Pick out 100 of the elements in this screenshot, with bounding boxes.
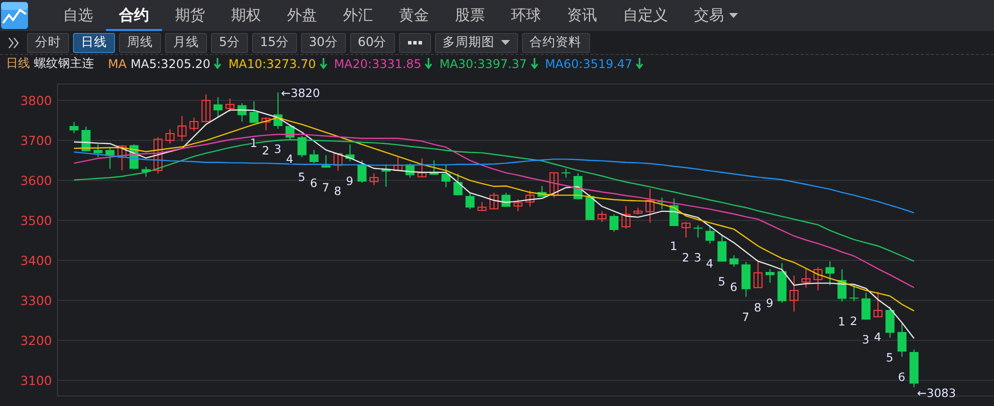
candlestick	[802, 267, 810, 288]
axis-label: 3700	[20, 132, 52, 148]
candlestick	[826, 260, 834, 286]
candlestick	[874, 292, 882, 318]
candlestick	[886, 306, 894, 338]
candlestick	[298, 136, 306, 158]
dropdown-button[interactable]: 多周期图	[434, 32, 518, 52]
candlestick	[226, 98, 234, 112]
chart-annotation: 9	[766, 296, 774, 310]
candlestick	[646, 188, 654, 224]
candlestick	[514, 198, 522, 212]
period-button[interactable]: 15分	[252, 32, 297, 52]
candlestick	[562, 168, 570, 178]
candlestick	[610, 214, 618, 232]
double-chevron-icon[interactable]	[8, 36, 20, 48]
nav-tab[interactable]: 股票	[442, 0, 498, 31]
candlestick	[442, 164, 450, 188]
axis-label: 3100	[20, 372, 52, 388]
candlestick	[814, 266, 822, 291]
period-button[interactable]: 60分	[350, 32, 395, 52]
chart-annotation: 6	[898, 370, 906, 384]
chart-annotation: 7	[322, 180, 330, 195]
nav-tab[interactable]: 外汇	[330, 0, 386, 31]
nav-tab[interactable]: 自定义	[610, 0, 681, 31]
candlestick	[742, 262, 750, 298]
candlestick	[790, 275, 798, 312]
axis-label: 3500	[20, 212, 52, 228]
chart-annotation: ←3820	[281, 86, 320, 100]
candlestick	[406, 163, 414, 178]
axis-label: 3600	[20, 172, 52, 188]
chart-annotation: 5	[718, 274, 726, 289]
chart-annotation: 8	[754, 300, 762, 315]
chart-annotation: 5	[886, 350, 894, 365]
axis-label: 3800	[20, 92, 52, 108]
candlestick	[706, 226, 714, 244]
chart-annotation: 9	[346, 174, 354, 188]
candlestick	[598, 210, 606, 222]
candlestick	[490, 192, 498, 210]
candlestick	[754, 260, 762, 288]
candlestick	[358, 160, 366, 184]
period-button[interactable]: 30分	[300, 32, 346, 52]
candlestick	[334, 153, 342, 172]
chart-annotation: 1	[670, 239, 678, 253]
candlestick	[238, 102, 246, 122]
period-button[interactable]: 日线	[73, 32, 115, 52]
candlestick	[526, 190, 534, 208]
candlestick	[310, 150, 318, 164]
candlestick	[454, 173, 462, 196]
more-button[interactable]	[398, 32, 431, 52]
candlestick	[682, 222, 690, 238]
period-button[interactable]: 分时	[27, 32, 69, 52]
candlestick	[730, 254, 738, 268]
nav-tab[interactable]: 外盘	[274, 0, 330, 31]
candlestick	[898, 323, 906, 358]
period-button[interactable]: 月线	[165, 32, 207, 52]
nav-tab[interactable]: 自选	[50, 0, 106, 31]
nav-tab[interactable]: 合约	[106, 0, 162, 31]
ma-value: MA60:3519.47	[544, 56, 632, 70]
period-button[interactable]: 合约资料	[522, 32, 590, 52]
candlestick	[478, 202, 486, 211]
period-button[interactable]: 5分	[211, 32, 248, 52]
candlestick	[586, 194, 594, 220]
chart-annotation: 3	[274, 142, 282, 156]
axis-label: 3200	[20, 332, 52, 348]
nav-tab[interactable]: 期货	[162, 0, 218, 31]
candlestick	[214, 96, 222, 118]
candlestick	[694, 224, 702, 238]
period-button[interactable]: 周线	[119, 32, 161, 52]
candlestick	[322, 154, 330, 168]
candlestick	[166, 128, 174, 144]
candlestick	[190, 117, 198, 132]
nav-tab[interactable]: 交易	[681, 0, 751, 31]
nav-tab[interactable]: 资讯	[554, 0, 610, 31]
candlestick	[94, 144, 102, 158]
candlestick	[70, 122, 78, 134]
nav-tab[interactable]: 黄金	[386, 0, 442, 31]
candlestick	[106, 147, 114, 170]
nav-tab[interactable]: 期权	[218, 0, 274, 31]
axis-label: 3400	[20, 252, 52, 268]
candlestick	[778, 262, 786, 304]
candlestick	[622, 206, 630, 230]
candlestick	[382, 164, 390, 188]
caret-icon	[500, 40, 510, 45]
chart-annotation: 4	[706, 256, 714, 271]
chart-annotation: 5	[298, 170, 306, 184]
ma-value: MA10:3273.70	[228, 56, 316, 70]
period-label: 日线	[6, 55, 30, 72]
candlestick	[910, 349, 918, 388]
chart-annotation: 8	[334, 184, 342, 198]
nav-tab[interactable]: 环球	[498, 0, 554, 31]
candlestick	[394, 156, 402, 171]
candlestick	[154, 136, 162, 174]
chart-annotation: 7	[742, 310, 750, 324]
ma-value: MA5:3205.20	[130, 56, 210, 70]
candlestick	[346, 144, 354, 162]
candlestick	[550, 172, 558, 198]
ma-value: MA30:3397.37	[439, 56, 527, 70]
candlestick	[766, 268, 774, 284]
candlestick	[178, 116, 186, 142]
axis-label: 3300	[20, 292, 52, 308]
